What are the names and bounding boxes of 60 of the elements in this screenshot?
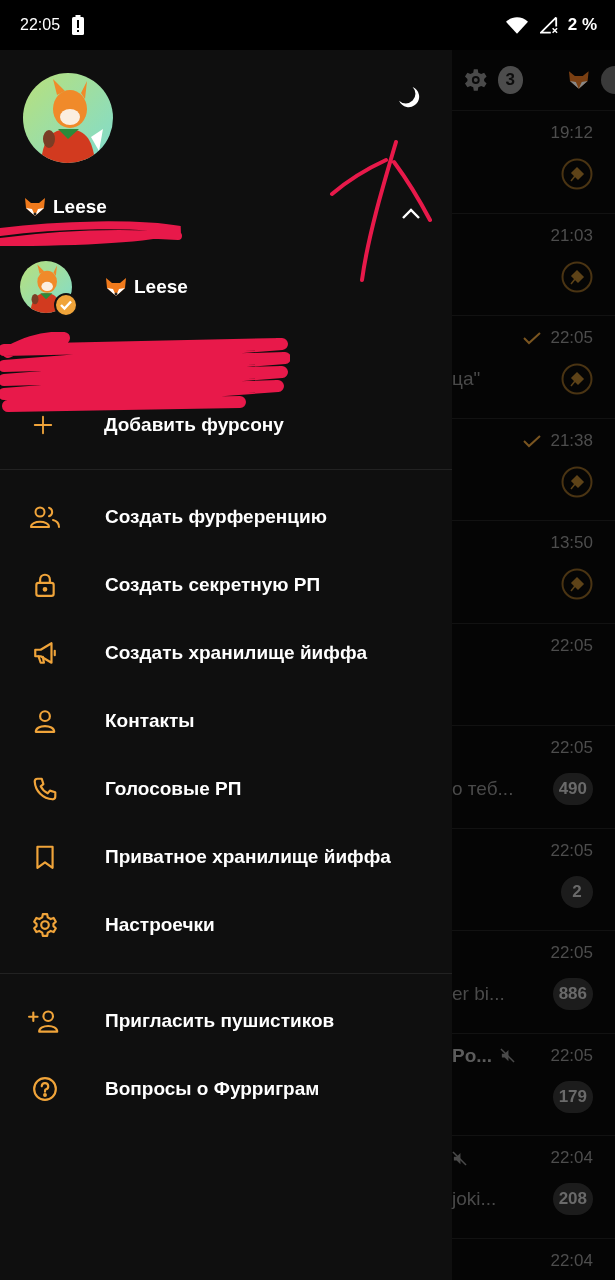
chat-title: Po... [452, 1044, 493, 1067]
unread-badge: 208 [552, 1183, 593, 1215]
battery-alert-icon [72, 15, 85, 35]
menu-item[interactable]: Создать фурференцию [0, 483, 452, 551]
fox-icon [104, 275, 128, 299]
chat-row[interactable]: 21:03 [452, 213, 615, 316]
menu-item[interactable]: Вопросы о Фурриграм [0, 1055, 452, 1123]
menu-item[interactable]: Создать секретную РП [0, 551, 452, 619]
wifi-icon [505, 16, 528, 34]
no-signal-icon [539, 16, 558, 34]
chevron-icon[interactable] [401, 208, 421, 220]
chat-time: 22:04 [550, 1148, 593, 1168]
menu-item[interactable]: Пригласить пушистиков [0, 987, 452, 1055]
add-account-item[interactable]: Добавить фурсону [0, 395, 452, 455]
chat-row[interactable]: 19:12 [452, 111, 615, 214]
chat-row[interactable]: 22:04 joki... 208 [452, 1136, 615, 1239]
menu-item[interactable]: Создать хранилище йиффа [0, 619, 452, 687]
unread-badge: 490 [552, 773, 593, 805]
chat-row[interactable]: 22:05 [452, 623, 615, 726]
folder-badge: 3 [497, 66, 523, 94]
chat-time: 22:05 [550, 840, 593, 861]
unread-badge: 886 [552, 978, 593, 1010]
unread-badge: 179 [552, 1080, 593, 1113]
account-name: Leese [134, 276, 188, 298]
chat-time: 21:38 [550, 430, 593, 451]
chat-time: 22:05 [550, 943, 593, 963]
chat-time: 21:03 [550, 225, 593, 246]
chat-row[interactable]: Po... 22:05 179 [452, 1033, 615, 1136]
unread-badge: 2 [561, 875, 593, 908]
chat-row[interactable]: 22:05 ца" [452, 316, 615, 419]
chat-time: 13:50 [550, 533, 593, 553]
message-snippet: о теб... [452, 778, 514, 800]
chat-row[interactable]: 13:50 [452, 521, 615, 624]
menu-item[interactable]: Настроечки [0, 891, 452, 959]
menu-item[interactable]: Контакты [0, 687, 452, 755]
chat-time: 19:12 [550, 123, 593, 143]
message-snippet: er bi... [452, 983, 505, 1005]
profile-name: Leese [53, 196, 107, 218]
chat-time: 22:05 [550, 635, 593, 656]
menu-item[interactable]: Голосовые РП [0, 755, 452, 823]
people-icon [28, 504, 62, 530]
chat-row[interactable]: 22:05 er bi... 886 [452, 931, 615, 1034]
battery-percent: 2 % [567, 15, 597, 35]
chat-row[interactable]: 22:05 о теб... 490 [452, 726, 615, 829]
message-snippet: ца" [452, 368, 481, 390]
menu-item[interactable]: Приватное хранилище йиффа [0, 823, 452, 891]
plus-icon [32, 414, 54, 436]
status-time: 22:05 [20, 16, 61, 34]
account-item[interactable]: Leese [0, 255, 452, 319]
message-snippet: joki... [452, 1188, 497, 1210]
moon-icon[interactable] [397, 85, 422, 110]
chat-time: 22:05 [550, 1045, 593, 1066]
badge-edge [600, 66, 615, 94]
chat-time: 22:04 [550, 1250, 593, 1271]
chat-time: 22:05 [550, 328, 593, 348]
chat-row[interactable]: 21:38 [452, 418, 615, 521]
chat-row[interactable]: 22:04 [452, 1238, 615, 1280]
chat-time: 22:05 [550, 738, 593, 758]
chat-row[interactable]: 22:05 2 [452, 828, 615, 931]
fox-icon [23, 195, 47, 219]
